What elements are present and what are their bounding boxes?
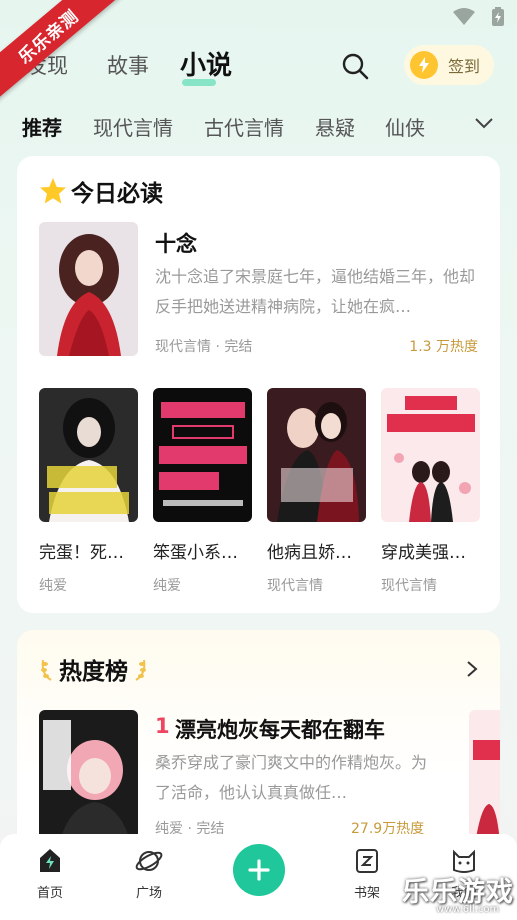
hot-book-cover[interactable] bbox=[39, 710, 138, 844]
nav-bookshelf[interactable]: 书架 bbox=[337, 846, 397, 901]
top-tab-bar: 发现 故事 小说 签到 bbox=[0, 40, 517, 90]
nav-home[interactable]: 首页 bbox=[20, 846, 80, 901]
plus-icon bbox=[248, 859, 270, 881]
book-item[interactable]: 笨蛋小系… 纯爱 bbox=[153, 388, 252, 595]
next-book-cover-peek[interactable] bbox=[469, 710, 500, 844]
book-title: 笨蛋小系… bbox=[153, 543, 238, 563]
chevron-down-icon[interactable] bbox=[474, 116, 494, 130]
section-title: 热度榜 bbox=[59, 659, 128, 685]
book-cover bbox=[267, 388, 366, 522]
book-title: 他病且娇… bbox=[267, 543, 352, 563]
hot-book-description: 桑乔穿成了豪门爽文中的作精炮灰。为了活命，他认认真真做任… bbox=[155, 753, 428, 802]
add-button[interactable] bbox=[233, 844, 285, 896]
section-header: 热度榜 bbox=[39, 652, 148, 686]
site-watermark: 乐乐游戏 www.6ll.com bbox=[396, 868, 517, 920]
book-title: 完蛋！死… bbox=[39, 543, 124, 563]
book-cover bbox=[381, 388, 480, 522]
book-title: 穿成美强… bbox=[381, 543, 466, 563]
star-icon bbox=[40, 178, 66, 204]
category-modern-romance[interactable]: 现代言情 bbox=[93, 112, 173, 141]
featured-book-description: 沈十念追了宋景庭七年，逼他结婚三年，他却反手把她送进精神病院，让她在疯… bbox=[155, 267, 475, 316]
today-must-read-card: 今日必读 十念 沈十念追了宋景庭七年，逼他结婚三年，他却反手把她送进精神病院，让… bbox=[17, 156, 500, 613]
book-item[interactable]: 他病且娇… 现代言情 bbox=[267, 388, 366, 595]
battery-icon bbox=[492, 7, 504, 26]
search-icon[interactable] bbox=[341, 52, 369, 80]
nav-plaza[interactable]: 广场 bbox=[119, 846, 179, 901]
book-cover bbox=[153, 388, 252, 522]
book-category: 纯爱 bbox=[153, 578, 181, 594]
planet-icon bbox=[135, 851, 163, 871]
signin-label: 签到 bbox=[448, 57, 481, 76]
book-category: 现代言情 bbox=[267, 578, 323, 594]
tab-stories[interactable]: 故事 bbox=[107, 50, 149, 80]
book-item[interactable]: 穿成美强… 现代言情 bbox=[381, 388, 480, 595]
category-xianxia[interactable]: 仙侠 bbox=[385, 112, 425, 141]
nav-label: 广场 bbox=[135, 886, 162, 901]
category-mystery[interactable]: 悬疑 bbox=[315, 112, 355, 141]
watermark-url: www.6ll.com bbox=[436, 904, 500, 915]
section-header: 今日必读 bbox=[39, 174, 163, 208]
nav-label: 书架 bbox=[353, 886, 380, 901]
book-cover bbox=[39, 388, 138, 522]
featured-book-title[interactable]: 十念 bbox=[155, 228, 197, 258]
wifi-icon bbox=[453, 8, 475, 25]
category-bar: 推荐 现代言情 古代言情 悬疑 仙侠 bbox=[0, 108, 517, 144]
category-recommend[interactable]: 推荐 bbox=[22, 112, 62, 141]
featured-book-cover[interactable] bbox=[39, 222, 138, 356]
chevron-right-icon[interactable] bbox=[466, 660, 478, 678]
rank-number: 1 bbox=[155, 714, 170, 738]
laurel-right-icon bbox=[135, 659, 146, 681]
tab-novels[interactable]: 小说 bbox=[180, 45, 232, 86]
hot-book-title[interactable]: 漂亮炮灰每天都在翻车 bbox=[175, 714, 385, 744]
laurel-left-icon bbox=[41, 659, 52, 681]
section-title: 今日必读 bbox=[71, 181, 163, 207]
book-category: 现代言情 bbox=[381, 578, 437, 594]
book-item[interactable]: 完蛋！死… 纯爱 bbox=[39, 388, 138, 595]
featured-book-meta: 现代言情 · 完结 bbox=[155, 339, 253, 355]
nav-label: 首页 bbox=[36, 886, 63, 901]
lightning-coin-icon bbox=[410, 51, 438, 79]
signin-button[interactable]: 签到 bbox=[404, 45, 494, 85]
category-ancient-romance[interactable]: 古代言情 bbox=[204, 112, 284, 141]
bookshelf-icon bbox=[356, 849, 378, 873]
featured-book-heat: 1.3 万热度 bbox=[409, 339, 478, 355]
book-category: 纯爱 bbox=[39, 578, 67, 594]
home-icon bbox=[40, 849, 60, 872]
